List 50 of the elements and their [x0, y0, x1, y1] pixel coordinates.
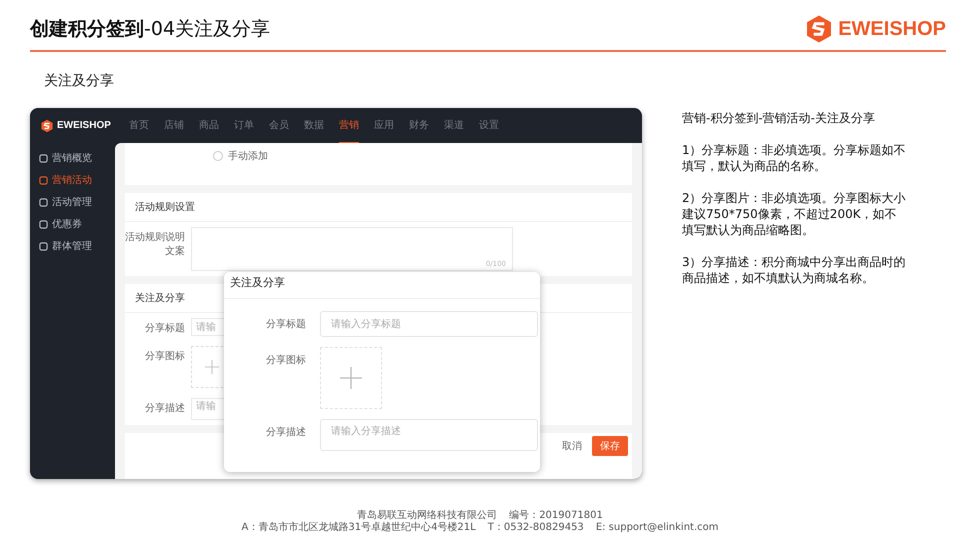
sidebar-item[interactable]: 群体管理 [30, 235, 115, 257]
address-text: A：青岛市市北区龙城路31号卓越世纪中心4号楼21L [242, 522, 476, 534]
note-paragraph: 1）分享标题：非必填选项。分享标题如不填写，默认为商品的名称。 [682, 142, 907, 174]
menu-icon [39, 198, 48, 206]
input-field[interactable]: 请输入分享标题 [320, 311, 538, 337]
note-paragraph: 3）分享描述：积分商城中分享出商品时的商品描述，如不填默认为商城名称。 [682, 254, 907, 286]
dialog-title: 关注及分享 [224, 272, 540, 299]
nav-tab[interactable]: 财务 [409, 108, 429, 144]
menu-icon [39, 176, 48, 184]
sidebar-item[interactable]: 营销活动 [30, 169, 115, 191]
menu-icon [39, 242, 48, 250]
slide-title: 创建积分签到-04关注及分享 [30, 17, 270, 42]
field-label: 分享图标 [144, 350, 185, 363]
cancel-button[interactable]: 取消 [556, 436, 588, 456]
nav-tab[interactable]: 设置 [479, 108, 499, 144]
note-paragraph: 2）分享图片：非必填选项。分享图标大小建议750*750像素，不超过200K，如不填写默认为商品缩略图。 [682, 190, 907, 238]
note-paragraph: 营销-积分签到-营销活动-关注及分享 [682, 110, 876, 126]
nav-tab[interactable]: 会员 [269, 108, 289, 144]
field-label: 活动规则说明文案 [125, 231, 185, 258]
sidebar-item[interactable]: 优惠券 [30, 213, 115, 235]
menu-icon [39, 220, 48, 228]
phone-text: T：0532-80829453 [488, 522, 584, 534]
sidebar-item[interactable]: 活动管理 [30, 191, 115, 213]
text-area[interactable]: 请输入分享描述 [320, 419, 538, 451]
nav-tab[interactable]: 渠道 [444, 108, 464, 144]
field-label: 分享图标 [265, 354, 306, 367]
field-label: 分享描述 [265, 426, 306, 439]
plus-icon [205, 360, 219, 374]
field-label: 分享标题 [144, 322, 185, 335]
save-button[interactable]: 保存 [592, 436, 628, 456]
nav-tab[interactable]: 订单 [234, 108, 254, 144]
field-label: 分享描述 [144, 402, 185, 415]
section-title: 关注及分享 [44, 72, 115, 90]
email-text: E: support@elinkint.com [596, 522, 718, 534]
registration-number: 编号：2019071801 [509, 510, 603, 522]
hexagon-logo-icon [40, 118, 54, 132]
nav-tab[interactable]: 应用 [374, 108, 394, 144]
nav-tab[interactable]: 首页 [129, 108, 149, 144]
company-name: 青岛易联互动网络科技有限公司 [357, 510, 498, 522]
brand-name: EWEISHOP [838, 18, 946, 40]
menu-icon [39, 154, 48, 162]
sidebar-item[interactable]: 营销概览 [30, 147, 115, 169]
nav-tab[interactable]: 数据 [304, 108, 324, 144]
image-upload[interactable] [320, 347, 382, 409]
nav-tab[interactable]: 商品 [199, 108, 219, 144]
nav-tab[interactable]: 店铺 [164, 108, 184, 144]
field-label: 分享标题 [265, 318, 306, 331]
card-title: 活动规则设置 [125, 193, 632, 222]
brand-name: EWEISHOP [57, 120, 111, 131]
plus-icon [340, 367, 362, 389]
